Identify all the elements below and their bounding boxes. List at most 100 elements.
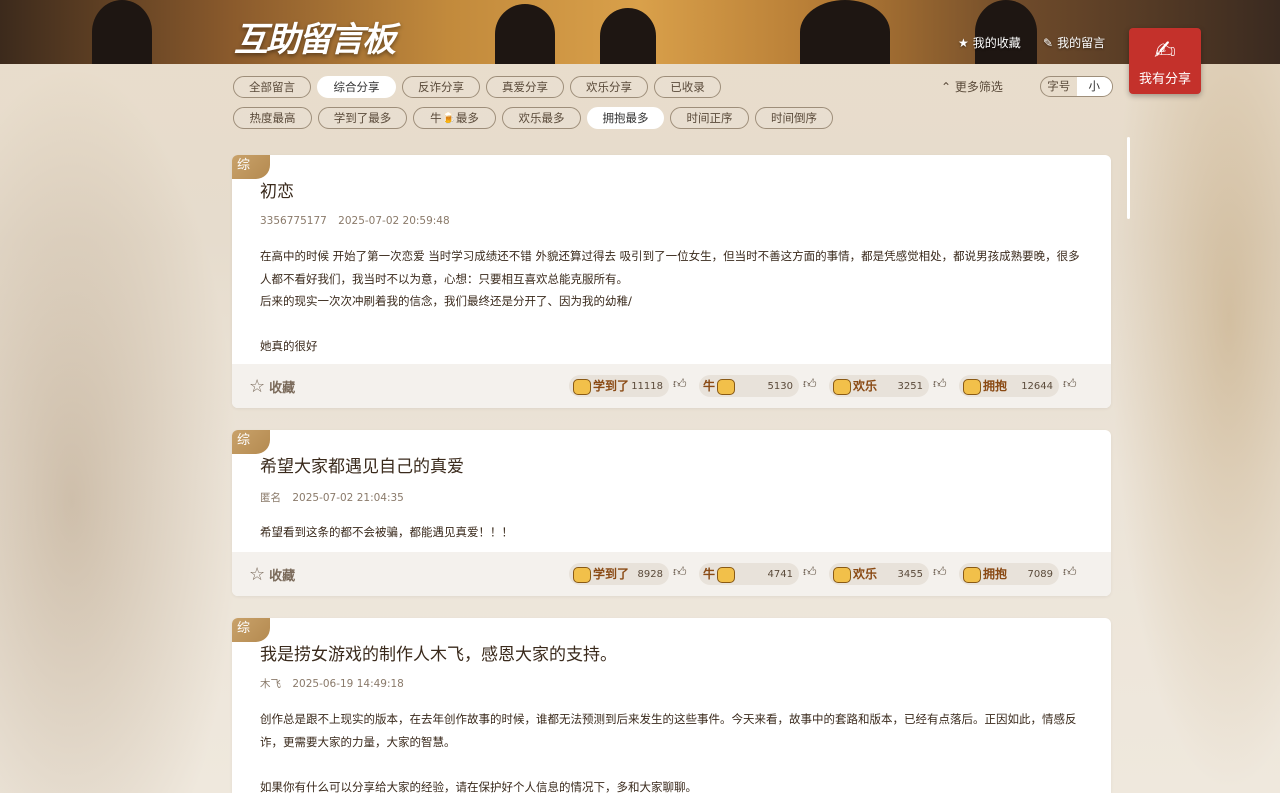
post-paragraph: 在高中的时候 开始了第一次恋爱 当时学习成绩还不错 外貌还算过得去 吸引到了一位… — [260, 249, 1080, 286]
reaction-hug-count: 7089 — [1027, 568, 1053, 580]
share-button-label: 我有分享 — [1138, 72, 1191, 87]
reaction-hug-label: 拥抱 — [983, 379, 1008, 394]
chevron-up-icon: ⌃ — [941, 80, 952, 94]
reaction-hug[interactable]: 拥抱 7089 — [959, 563, 1059, 585]
learned-face-icon — [573, 378, 591, 395]
thumb-up-icon[interactable]: 👍︎ — [673, 377, 687, 392]
fun-face-icon — [833, 566, 851, 583]
post-meta: 木飞 2025-06-19 14:49:18 — [260, 676, 412, 691]
favorite-label: 收藏 — [269, 381, 296, 396]
category-true-love[interactable]: 真爱分享 — [486, 76, 564, 98]
reaction-cool-label: 牛 — [703, 379, 716, 394]
scrollbar-track[interactable] — [1126, 135, 1131, 793]
my-favorites-link[interactable]: ★ 我的收藏 — [958, 34, 1021, 51]
reaction-cool-count: 4741 — [767, 568, 793, 580]
favorite-label: 收藏 — [269, 569, 296, 584]
more-filter-label: 更多筛选 — [954, 80, 1003, 94]
post-title[interactable]: 初恋 — [260, 177, 294, 202]
thumb-up-icon[interactable]: 👍︎ — [1063, 377, 1077, 392]
post-footer: ☆ 收藏 学到了 11118 👍︎ 牛 5130 👍︎ 欢乐 3251 👍︎ 拥… — [232, 364, 1111, 408]
sort-time-asc[interactable]: 时间正序 — [670, 107, 749, 129]
beer-icon — [717, 566, 736, 583]
post-paragraph — [260, 753, 1090, 776]
sort-most-cool[interactable]: 牛🍺最多 — [413, 107, 496, 129]
banner-figure — [800, 0, 890, 64]
category-fun[interactable]: 欢乐分享 — [570, 76, 648, 98]
reaction-learned-label: 学到了 — [593, 567, 630, 582]
scrollbar-thumb[interactable] — [1127, 137, 1130, 219]
star-icon: ★ — [958, 35, 969, 50]
favorite-button[interactable]: ☆ 收藏 — [249, 564, 295, 585]
reaction-fun-label: 欢乐 — [853, 379, 878, 394]
reaction-learned[interactable]: 学到了 11118 — [569, 375, 669, 397]
my-favorites-label: 我的收藏 — [972, 36, 1021, 50]
post-card: 综 希望大家都遇见自己的真爱 匿名 2025-07-02 21:04:35 希望… — [232, 430, 1111, 596]
reaction-learned-label: 学到了 — [593, 379, 630, 394]
reaction-fun[interactable]: 欢乐 3455 — [829, 563, 929, 585]
sort-most-fun[interactable]: 欢乐最多 — [502, 107, 581, 129]
banner-figure — [600, 8, 656, 64]
hug-face-icon — [963, 378, 981, 395]
banner-figure — [92, 0, 152, 64]
star-outline-icon: ☆ — [249, 564, 266, 585]
category-tag: 综 — [232, 155, 270, 179]
reaction-cool-count: 5130 — [767, 380, 793, 392]
post-title[interactable]: 我是捞女游戏的制作人木飞，感恩大家的支持。 — [260, 640, 617, 665]
banner-figure — [975, 0, 1037, 64]
thumb-up-icon[interactable]: 👍︎ — [803, 565, 817, 580]
category-all[interactable]: 全部留言 — [233, 76, 311, 98]
font-size-label: 字号 — [1047, 79, 1071, 93]
reaction-fun-label: 欢乐 — [853, 567, 878, 582]
post-title[interactable]: 希望大家都遇见自己的真爱 — [260, 452, 464, 477]
share-button[interactable]: ✍ 我有分享 — [1129, 28, 1201, 94]
font-size-toggle[interactable]: 字号 小 — [1040, 76, 1113, 97]
reaction-cool[interactable]: 牛 5130 — [699, 375, 799, 397]
post-paragraph: 如果你有什么可以分享给大家的经验，请在保护好个人信息的情况下，多和大家聊聊。 — [260, 779, 697, 793]
reaction-learned[interactable]: 学到了 8928 — [569, 563, 669, 585]
site-logo[interactable]: 互助留言板 — [234, 12, 396, 61]
thumb-up-icon[interactable]: 👍︎ — [803, 377, 817, 392]
reaction-cool[interactable]: 牛 4741 — [699, 563, 799, 585]
post-meta: 3356775177 2025-07-02 20:59:48 — [260, 215, 458, 227]
sort-hottest[interactable]: 热度最高 — [233, 107, 312, 129]
reaction-fun-count: 3455 — [897, 568, 923, 580]
post-card: 综 初恋 3356775177 2025-07-02 20:59:48 在高中的… — [232, 155, 1111, 408]
post-body: 创作总是跟不上现实的版本，在去年创作故事的时候，谁都无法预测到后来发生的这些事件… — [260, 708, 1090, 793]
thumb-up-icon[interactable]: 👍︎ — [673, 565, 687, 580]
sort-time-desc[interactable]: 时间倒序 — [755, 107, 833, 129]
category-general[interactable]: 综合分享 — [317, 76, 396, 98]
post-body: 希望看到这条的都不会被骗，都能遇见真爱！！！ — [260, 521, 1090, 544]
post-time: 2025-07-02 21:04:35 — [292, 492, 404, 504]
more-filter-button[interactable]: ⌃ 更多筛选 — [941, 78, 1003, 95]
reaction-hug-label: 拥抱 — [983, 567, 1008, 582]
post-paragraph: 她真的很好 — [260, 339, 318, 353]
reaction-hug[interactable]: 拥抱 12644 — [959, 375, 1059, 397]
learned-face-icon — [573, 566, 591, 583]
thumb-up-icon[interactable]: 👍︎ — [1063, 565, 1077, 580]
post-paragraph: 后来的现实一次次冲刷着我的信念，我们最终还是分开了、因为我的幼稚/ — [260, 294, 632, 308]
header-banner: 互助留言板 ★ 我的收藏 ✎ 我的留言 — [0, 0, 1280, 64]
background-right — [1110, 64, 1280, 793]
font-size-value[interactable]: 小 — [1076, 77, 1112, 96]
post-paragraph: 创作总是跟不上现实的版本，在去年创作故事的时候，谁都无法预测到后来发生的这些事件… — [260, 712, 1077, 749]
post-footer: ☆ 收藏 学到了 8928 👍︎ 牛 4741 👍︎ 欢乐 3455 👍︎ 拥抱… — [232, 552, 1111, 596]
sort-most-learned[interactable]: 学到了最多 — [318, 107, 407, 129]
category-collected[interactable]: 已收录 — [654, 76, 721, 98]
post-paragraph — [260, 313, 1090, 336]
hug-face-icon — [963, 566, 981, 583]
note-edit-icon: ✎ — [1043, 35, 1054, 50]
reaction-fun[interactable]: 欢乐 3251 — [829, 375, 929, 397]
sort-most-hugs[interactable]: 拥抱最多 — [587, 107, 664, 129]
post-author: 3356775177 — [260, 215, 327, 227]
reaction-fun-count: 3251 — [897, 380, 923, 392]
my-messages-link[interactable]: ✎ 我的留言 — [1043, 34, 1105, 51]
background-left — [0, 64, 240, 793]
star-outline-icon: ☆ — [249, 376, 266, 397]
thumb-up-icon[interactable]: 👍︎ — [933, 377, 947, 392]
category-anti-fraud[interactable]: 反诈分享 — [402, 76, 480, 98]
post-card: 综 我是捞女游戏的制作人木飞，感恩大家的支持。 木飞 2025-06-19 14… — [232, 618, 1111, 793]
favorite-button[interactable]: ☆ 收藏 — [249, 376, 295, 397]
beer-icon — [717, 378, 736, 395]
post-author: 木飞 — [260, 678, 281, 690]
thumb-up-icon[interactable]: 👍︎ — [933, 565, 947, 580]
